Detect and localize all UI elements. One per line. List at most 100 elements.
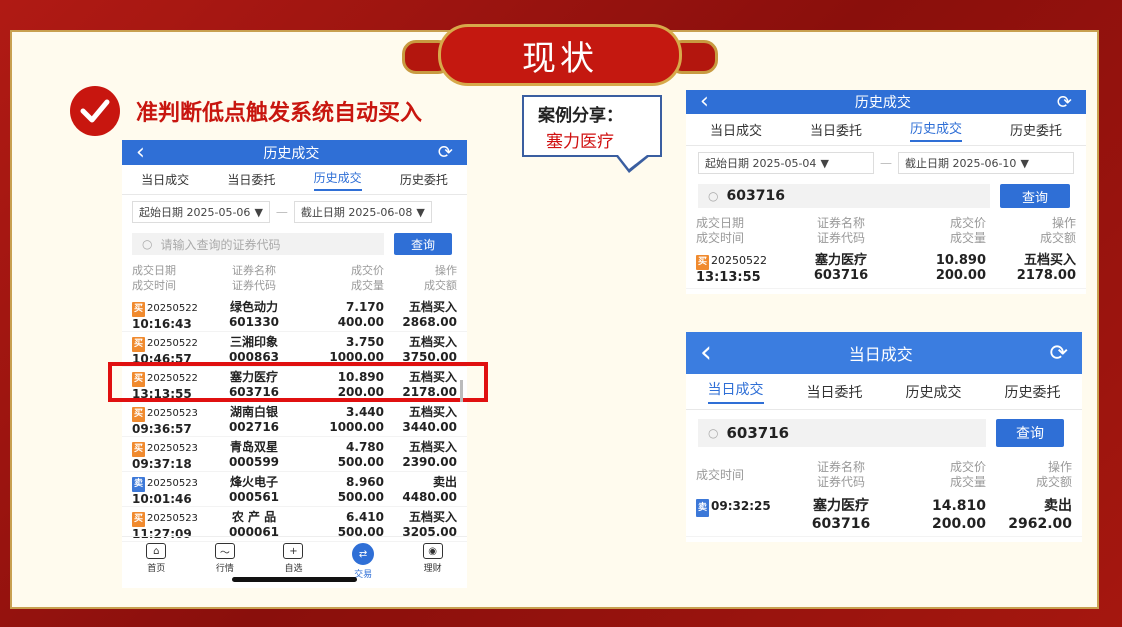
header-code: 证券代码 [816,231,865,245]
refresh-icon[interactable]: ⟳ [1057,92,1072,113]
trade-price: 10.890 [935,253,986,268]
tab-today-orders[interactable]: 当日委托 [810,120,862,139]
stock-code: 000599 [228,455,280,469]
query-button[interactable]: 查询 [1000,184,1070,208]
home-indicator [232,577,357,582]
search-input[interactable]: ○ 请输入查询的证券代码 [132,233,384,255]
rb-search-row: ○ 603716 查询 [686,410,1082,456]
table-row[interactable]: 买 20250523 09:36:57 湖南白银 002716 3.440 1000.00 五… [122,402,467,437]
left-table-header: 成交日期 成交时间 证券名称 证券代码 成交价 成交量 操作 成交额 [122,259,467,297]
query-button[interactable]: 查询 [996,419,1064,447]
buy-badge: 买 [696,255,710,270]
tab-history-orders[interactable]: 历史委托 [1005,382,1061,402]
header-time: 成交时间 [132,279,176,292]
end-date-select[interactable]: 截止日期 2025-06-10 ▼ [898,152,1074,174]
query-button[interactable]: 查询 [394,233,452,255]
stock-code: 603716 [813,268,869,283]
trade-time: 13:13:55 [696,270,761,285]
refresh-icon[interactable]: ⟳ [438,142,453,163]
stock-name: 湖南白银 [229,405,278,419]
nav-market-label: 行情 [215,564,234,574]
tab-today-trades[interactable]: 当日成交 [141,171,189,188]
end-date-select[interactable]: 截止日期 2025-06-08 ▼ [293,201,432,223]
tab-history-trades[interactable]: 历史成交 [313,169,362,191]
search-icon: ○ [142,237,153,251]
trade-amount: 3440.00 [402,420,457,434]
trade-qty: 200.00 [931,516,986,532]
stock-name: 农 产 品 [231,510,277,524]
trade-qty: 400.00 [337,315,384,329]
nav-watchlist[interactable]: + 自选 [283,543,304,574]
trade-time: 09:32:25 [711,499,771,513]
back-icon[interactable]: ‹ [700,91,709,113]
back-icon[interactable]: ‹ [136,141,145,163]
tab-today-orders[interactable]: 当日委托 [227,171,275,188]
header-price: 成交价 [949,460,986,474]
left-topbar: ‹ 历史成交 ⟳ [122,140,467,165]
trade-date: 20250523 [147,478,198,489]
search-input[interactable]: ○ 603716 [698,419,986,447]
trade-price: 7.170 [346,300,384,314]
back-icon[interactable]: ‹ [700,338,712,368]
refresh-icon[interactable]: ⟳ [1050,341,1068,366]
rt-tabs: 当日成交 当日委托 历史成交 历史委托 [686,114,1086,146]
headline-text: 准判断低点触发系统自动买入 [136,101,423,126]
tab-history-orders[interactable]: 历史委托 [400,171,448,188]
nav-market[interactable]: 〜行情 [214,543,235,574]
tab-history-trades[interactable]: 历史成交 [906,382,962,402]
sell-badge: 卖 [132,477,146,492]
stock-code: 603716 [811,516,871,532]
trade-time: 09:36:57 [132,422,192,436]
header-name: 证券名称 [232,264,276,277]
trade-date: 20250523 [147,443,198,454]
case-callout: 案例分享： 塞力医疗 [522,95,662,157]
nav-wealth[interactable]: ◉ 理财 [422,543,443,574]
header-time: 成交时间 [696,467,745,482]
trade-date: 20250522 [711,254,768,267]
table-row[interactable]: 买 20250522 13:13:55 塞力医疗 603716 10.890 200.0… [686,250,1086,289]
header-date: 成交日期 [696,216,745,230]
trade-qty: 1000.00 [329,420,384,434]
tab-today-trades[interactable]: 当日成交 [710,120,762,139]
tab-history-trades[interactable]: 历史成交 [909,118,962,142]
left-trade-list: 买 20250522 10:16:43 绿色动力 601330 7.170 400.00 五档… [122,297,467,542]
stock-code: 002716 [228,420,280,434]
left-title: 历史成交 [263,145,320,162]
table-row[interactable]: 卖 20250523 10:01:46 烽火电子 000561 8.960 500.00 卖出… [122,472,467,507]
dropdown-icon: ▼ [416,205,425,219]
trade-amount: 2962.00 [1008,516,1072,532]
tab-today-orders[interactable]: 当日委托 [807,382,863,402]
nav-watchlist-label: 自选 [284,564,303,574]
header-time: 成交时间 [696,231,745,245]
start-date-select[interactable]: 起始日期 2025-05-04 ▼ [698,152,874,174]
case-name: 塞力医疗 [546,132,614,152]
slide-title: 现状 [438,24,682,86]
nav-trade[interactable]: ⇄ 交易 [352,543,375,580]
trade-op: 五档买入 [408,335,457,349]
trade-time: 09:37:18 [132,457,192,471]
trade-op: 卖出 [432,475,457,489]
header-date: 成交日期 [132,264,176,277]
search-input[interactable]: ○ 603716 [698,184,990,208]
trade-price: 3.750 [346,335,384,349]
tab-today-trades[interactable]: 当日成交 [707,379,764,404]
start-date-select[interactable]: 起始日期 2025-05-06 ▼ [132,201,270,223]
table-row[interactable]: 卖 09:32:25 塞力医疗 603716 14.810 200.00 卖出 2962… [686,494,1082,537]
table-row[interactable]: 买 20250522 10:16:43 绿色动力 601330 7.170 400.00 五档… [122,297,467,332]
trade-date: 20250523 [147,513,198,524]
header-price: 成交价 [949,216,986,230]
trade-op: 五档买入 [408,405,457,419]
stock-name: 塞力医疗 [813,498,869,514]
trade-amount: 2178.00 [1016,268,1076,283]
end-date-value: 截止日期 2025-06-08 [300,206,413,219]
start-date-value: 起始日期 2025-05-06 [139,206,251,219]
rt-topbar: ‹ 历史成交 ⟳ [686,90,1086,114]
left-tabs: 当日成交 当日委托 历史成交 历史委托 [122,165,467,195]
tab-history-orders[interactable]: 历史委托 [1010,120,1062,139]
scrollbar[interactable] [460,380,463,402]
headline: 准判断低点触发系统自动买入 [70,86,422,136]
nav-home[interactable]: ⌂ 首页 [146,543,167,574]
title-plaque: 现状 [402,20,718,92]
trade-op: 五档买入 [408,510,457,524]
table-row[interactable]: 买 20250523 09:37:18 青岛双星 000599 4.780 500.00 五档… [122,437,467,472]
